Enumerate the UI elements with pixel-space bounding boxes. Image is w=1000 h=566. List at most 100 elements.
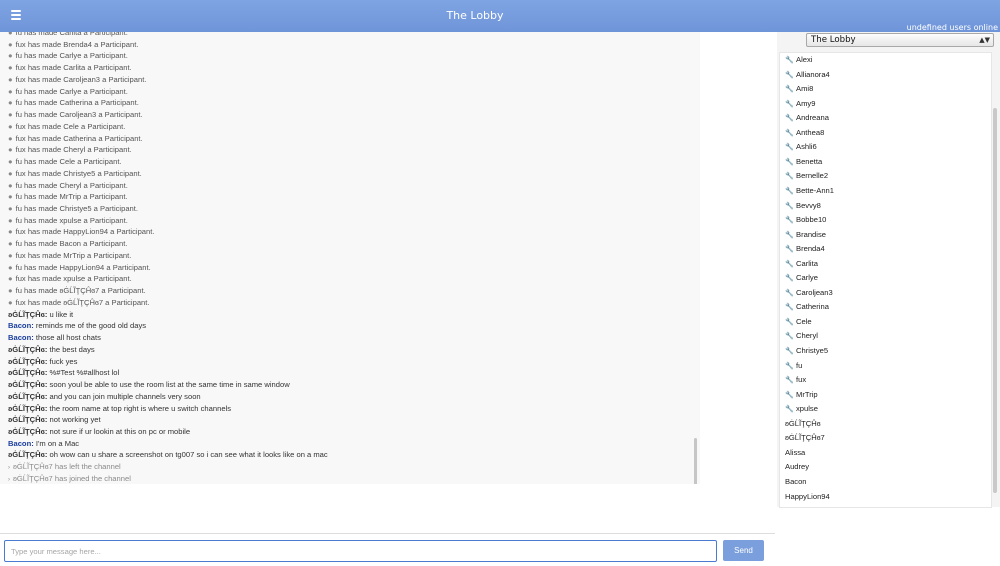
chat-message: ʚĠĹĨŢÇĤɞ: %#Test %#allhost lol [8,367,688,379]
chat-message: Bacon: reminds me of the good old days [8,320,688,332]
user-list[interactable]: 🔧 Alexi 🔧 Allianora4 🔧 Ami8 🔧 Amy9 🔧 Andreana 🔧 Ant… [779,52,992,508]
user-list-item[interactable]: Audrey [785,461,809,473]
user-list-item[interactable]: 🔧 Bette-Ann1 [785,185,834,197]
wrench-icon: 🔧 [785,304,794,312]
message-author[interactable]: ʚĠĹĨŢÇĤɞ: [8,357,47,366]
bullet-icon: ● [8,227,13,237]
user-list-item[interactable]: 🔧 Brenda4 [785,243,825,255]
user-list-item[interactable]: 🔧 Christye5 [785,345,828,357]
user-list-item[interactable]: 🔧 Ami8 [785,83,813,95]
bullet-icon: ● [8,297,13,307]
chat-message: Bacon: I'm on a Mac [8,438,688,450]
message-author[interactable]: ʚĠĹĨŢÇĤɞ: [8,450,47,459]
user-list-item[interactable]: 🔧 Benetta [785,156,822,168]
user-list-scrollbar[interactable] [993,108,997,493]
user-name: Alissa [785,447,806,457]
user-list-item[interactable]: 🔧 Bobbe10 [785,214,826,226]
message-text: fu has made Cele a Participant. [15,157,122,167]
message-text: fux has made xpulse a Participant. [15,274,132,284]
message-author[interactable]: ʚĠĹĨŢÇĤɞ: [8,392,47,401]
chat-message: ʚĠĹĨŢÇĤɞ: the best days [8,344,688,356]
bullet-icon: ● [8,51,13,61]
bullet-icon: ● [8,192,13,202]
user-name: Ami8 [796,84,814,94]
user-list-item[interactable]: 🔧 MrTrip [785,389,818,401]
message-author[interactable]: ʚĠĹĨŢÇĤɞ: [8,404,47,413]
message-author[interactable]: ʚĠĹĨŢÇĤɞ: [8,345,47,354]
message-author[interactable]: ʚĠĹĨŢÇĤɞ: [8,368,47,377]
message-author[interactable]: ʚĠĹĨŢÇĤɞ: [8,427,47,436]
message-text: not sure if ur lookin at this on pc or m… [47,426,191,436]
chat-message: ● fu has made Carlita a Participant. [8,32,688,39]
user-list-item[interactable]: HappyLion94 [785,491,830,503]
user-name: Andreana [796,113,829,123]
user-list-item[interactable]: Alissa [785,447,805,459]
user-list-item[interactable]: 🔧 Catherina [785,301,829,313]
wrench-icon: 🔧 [785,289,794,297]
bullet-icon: ● [8,274,13,284]
user-list-item[interactable]: ʚĠĹĨŢÇĤɞ [785,418,821,430]
user-list-item[interactable]: 🔧 Ashli6 [785,141,817,153]
user-list-item[interactable]: 🔧 Caroljean3 [785,287,833,299]
chat-scrollbar[interactable] [694,438,697,484]
user-name: Ashli6 [796,142,817,152]
message-text: fu has made Christye5 a Participant. [15,204,138,214]
user-list-item[interactable]: 🔧 Allianora4 [785,69,830,81]
message-text: fux has made Cele a Participant. [15,121,126,131]
message-author[interactable]: ʚĠĹĨŢÇĤɞ: [8,415,47,424]
message-author[interactable]: Bacon: [8,333,34,342]
user-name: Christye5 [796,346,829,355]
user-list-item[interactable]: 🔧 Cheryl [785,330,818,342]
user-list-item[interactable]: 🔧 Carlye [785,272,818,284]
chat-message: ● fux has made Brenda4 a Participant. [8,39,688,51]
message-input[interactable] [4,540,717,562]
chat-message: ● fux has made Christye5 a Participant. [8,168,688,180]
message-text: fu has made HappyLion94 a Participant. [15,262,151,272]
chat-message: › ʚĠĹĨŢÇĤɞ7 has joined the channel [8,473,688,484]
chat-log-panel[interactable]: ● fu has made Carlita a Participant. ● fux … [0,32,700,484]
send-button[interactable]: Send [723,540,764,561]
bullet-icon: ● [8,262,13,272]
wrench-icon: 🔧 [785,71,794,79]
message-author[interactable]: ʚĠĹĨŢÇĤɞ: [8,310,47,319]
wrench-icon: 🔧 [785,406,794,414]
bullet-icon: ● [8,121,13,131]
bullet-icon: ● [8,98,13,108]
message-author[interactable]: ʚĠĹĨŢÇĤɞ: [8,380,47,389]
chat-message: ● fu has made Carlye a Participant. [8,86,688,98]
user-name: Bacon [785,476,807,486]
user-list-item[interactable]: 🔧 xpulse [785,403,818,415]
bullet-icon: › [8,476,10,483]
user-list-item[interactable]: 🔧 fux [785,374,806,386]
chat-message: ● fux has made Catherina a Participant. [8,133,688,145]
user-list-item[interactable]: 🔧 Amy9 [785,98,815,110]
user-name: Bette-Ann1 [796,185,834,195]
user-list-item[interactable]: Bacon [785,476,807,488]
chat-message: ● fux has made Cheryl a Participant. [8,144,688,156]
room-selector[interactable]: The Lobby ▲▼ [806,33,994,47]
message-text: and you can join multiple channels very … [47,391,201,401]
message-author[interactable]: Bacon: [8,321,34,330]
user-list-item[interactable]: 🔧 Bernelle2 [785,170,828,182]
chat-message: ● fu has made HappyLion94 a Participant. [8,262,688,274]
bullet-icon: ● [8,74,13,84]
message-text: the room name at top right is where u sw… [47,403,232,413]
user-list-item[interactable]: 🔧 Brandise [785,229,826,241]
user-list-item[interactable]: 🔧 fu [785,360,802,372]
user-list-item[interactable]: 🔧 Bevvy8 [785,200,821,212]
user-list-item[interactable]: 🔧 Andreana [785,112,829,124]
message-author[interactable]: Bacon: [8,439,34,448]
user-list-item[interactable]: 🔧 Anthea8 [785,127,824,139]
message-text: ʚĠĹĨŢÇĤɞ7 has joined the channel [13,473,131,483]
bullet-icon: ● [8,145,13,155]
room-selector-value: The Lobby [811,35,856,45]
chat-message: ● fu has made xpulse a Participant. [8,215,688,227]
user-list-item[interactable]: 🔧 Carlita [785,258,818,270]
bullet-icon: ● [8,168,13,178]
user-list-item[interactable]: 🔧 Alexi [785,54,812,66]
user-name: Cele [796,316,812,326]
chat-message: ● fu has made Carlye a Participant. [8,50,688,62]
user-list-item[interactable]: 🔧 Cele [785,316,812,328]
user-list-item[interactable]: ʚĠĹĨŢÇĤɞ7 [785,432,825,444]
user-name: ʚĠĹĨŢÇĤɞ [785,418,821,428]
